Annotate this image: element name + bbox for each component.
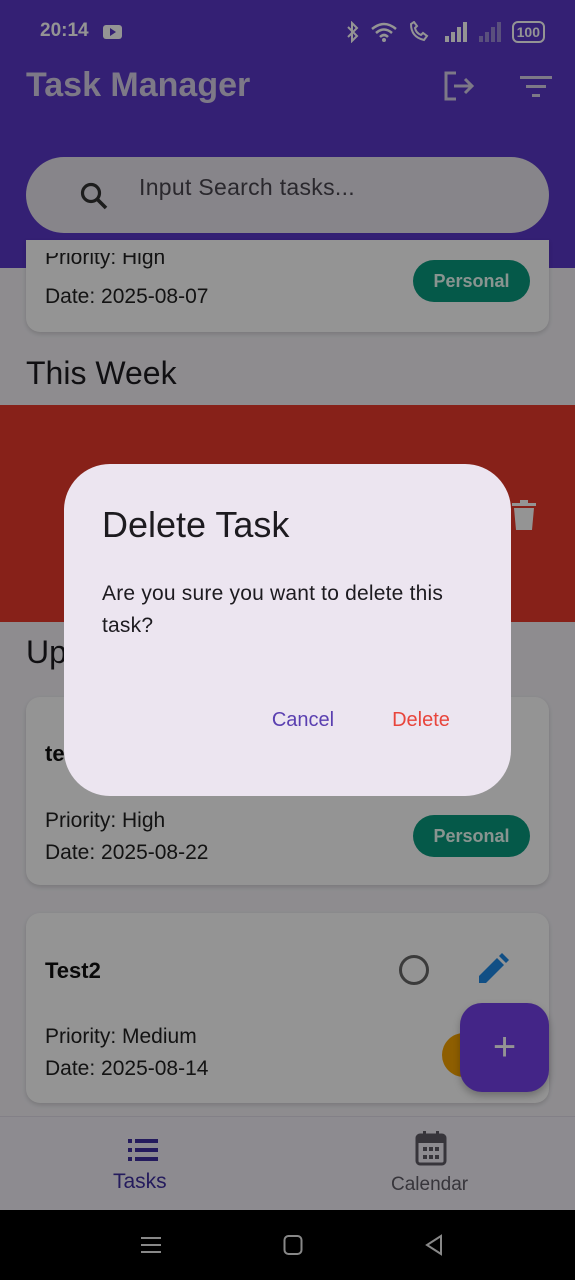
back-icon[interactable] (423, 1234, 445, 1256)
home-icon[interactable] (283, 1234, 303, 1256)
menu-icon[interactable] (140, 1234, 162, 1256)
cancel-button[interactable]: Cancel (256, 699, 350, 741)
delete-button[interactable]: Delete (376, 699, 466, 741)
dialog-title: Delete Task (102, 504, 290, 545)
dialog-message: Are you sure you want to delete this tas… (102, 582, 444, 637)
